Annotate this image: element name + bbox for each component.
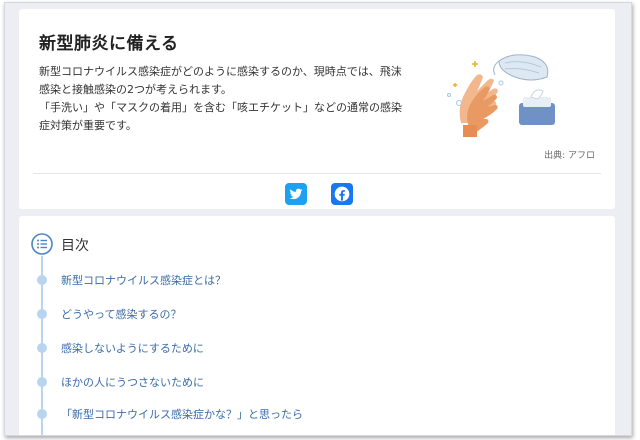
toc-bullet xyxy=(37,343,47,353)
toc-link[interactable]: ほかの人にうつさないために xyxy=(61,374,204,390)
toc-bullet xyxy=(37,409,47,419)
tissue-box-icon xyxy=(519,89,555,125)
toc-link[interactable]: どうやって感染するの？ xyxy=(61,306,181,322)
facebook-share-button[interactable] xyxy=(331,183,353,205)
toc-link[interactable]: 「新型コロナウイルス感染症かな？」と思ったら xyxy=(61,406,303,422)
toc-link[interactable]: 新型コロナウイルス感染症とは？ xyxy=(61,272,226,288)
mask-icon xyxy=(493,54,549,81)
card-divider xyxy=(33,173,601,174)
toc-title: 目次 xyxy=(61,238,89,254)
toc-link[interactable]: 感染しないようにするために xyxy=(61,340,204,356)
toc-bullet xyxy=(37,275,47,285)
page-frame: 新型肺炎に備える 新型コロナウイルス感染症がどのように感染するのか、現時点では、… xyxy=(4,2,632,436)
handwashing-illustration xyxy=(447,54,555,137)
article-title: 新型肺炎に備える xyxy=(39,34,179,54)
description-paragraph-2: 「手洗い」や「マスクの着用」を含む「咳エチケット」などの通常の感染症対策が重要で… xyxy=(39,101,402,132)
article-description: 新型コロナウイルス感染症がどのように感染するのか、現時点では、飛沫感染と接触感染… xyxy=(39,63,409,135)
table-of-contents: 目次 新型コロナウイルス感染症とは？ どうやって感染するの？ 感染しないようにす… xyxy=(19,216,615,435)
toc-bullet xyxy=(37,309,47,319)
twitter-share-button[interactable] xyxy=(285,183,307,205)
twitter-icon xyxy=(289,188,303,200)
list-icon xyxy=(31,233,53,255)
article-card: 新型肺炎に備える 新型コロナウイルス感染症がどのように感染するのか、現時点では、… xyxy=(19,9,615,209)
description-paragraph-1: 新型コロナウイルス感染症がどのように感染するのか、現時点では、飛沫感染と接触感染… xyxy=(39,65,402,96)
hands-icon xyxy=(459,74,498,137)
facebook-icon xyxy=(334,186,350,202)
image-source-credit: 出典: アフロ xyxy=(544,151,595,161)
toc-bullet xyxy=(37,377,47,387)
